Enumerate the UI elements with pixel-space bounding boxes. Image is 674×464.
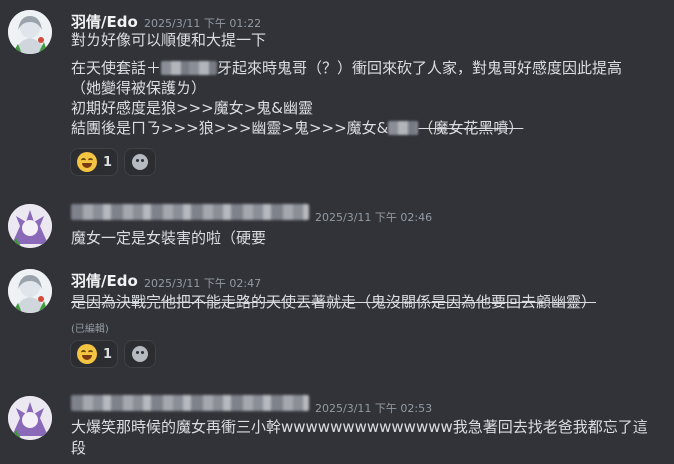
message-group: 2025/3/11 下午 02:53 大爆笑那時候的魔女再衝三小幹wwwwwww… [0,384,674,464]
message-group: 羽倩/Edo 2025/3/11 下午 01:22 對ㄌ好像可以順便和大提一下 … [0,0,674,180]
message-line: 是因為決戰完他把不能走路的天使丟著就走（鬼沒關係是因為他要回去顧幽靈） [71,292,596,312]
message-line: 初期好感度是狼>>>魔女>鬼&幽靈 [71,99,313,117]
timestamp[interactable]: 2025/3/11 下午 02:47 [144,275,261,291]
reaction-button[interactable]: 1 [70,340,118,368]
strikethrough-text: 是因為決戰完他把不能走路的天使丟著就走（鬼沒關係是因為他要回去顧幽靈） [71,293,597,311]
author-name[interactable]: 羽倩/Edo [71,270,138,291]
avatar[interactable] [8,396,52,440]
redacted-username [71,395,309,411]
reaction-count: 1 [103,346,113,362]
avatar[interactable] [8,269,52,313]
message-line: 大爆笑那時候的魔女再衝三小幹wwwwwwwwwwwwww我急著回去找老爸我都忘了… [71,418,648,436]
rolling-laughing-emoji-icon [77,344,97,364]
add-reaction-button[interactable] [124,148,156,176]
edited-label: (已編輯) [71,324,109,335]
message-line: 段 [71,439,87,457]
timestamp[interactable]: 2025/3/11 下午 02:53 [315,400,432,416]
avatar[interactable] [8,204,52,248]
message-line: 在天使套話＋ 牙起來時鬼哥（？）衝回來砍了人家，對鬼哥好感度因此提高 [71,59,623,77]
timestamp[interactable]: 2025/3/11 下午 01:22 [144,15,261,31]
redacted-text [161,61,218,75]
author-name[interactable]: 羽倩/Edo [71,11,138,32]
message-group: 羽倩/Edo 2025/3/11 下午 02:47 是因為決戰完他把不能走路的天… [0,265,674,375]
strikethrough-text: （魔女花黑噴） [418,119,524,137]
avatar[interactable] [8,10,52,54]
timestamp[interactable]: 2025/3/11 下午 02:46 [315,209,432,225]
message-line: （她變得被保護ㄌ） [71,79,207,97]
smiley-icon [132,346,148,362]
smiley-icon [132,154,148,170]
reaction-button[interactable]: 1 [70,148,118,176]
message-group: 2025/3/11 下午 02:46 魔女一定是女裝害的啦（硬要 [0,190,674,260]
message-line: 結團後是ㄇㄋ>>>狼>>>幽靈>鬼>>>魔女& （魔女花黑噴） [71,119,524,137]
reaction-count: 1 [103,154,113,170]
redacted-text [388,121,419,135]
redacted-username [71,204,309,220]
add-reaction-button[interactable] [124,340,156,368]
message-line: 對ㄌ好像可以順便和大提一下 [71,31,267,49]
message-line: 魔女一定是女裝害的啦（硬要 [71,229,267,247]
rolling-laughing-emoji-icon [77,152,97,172]
